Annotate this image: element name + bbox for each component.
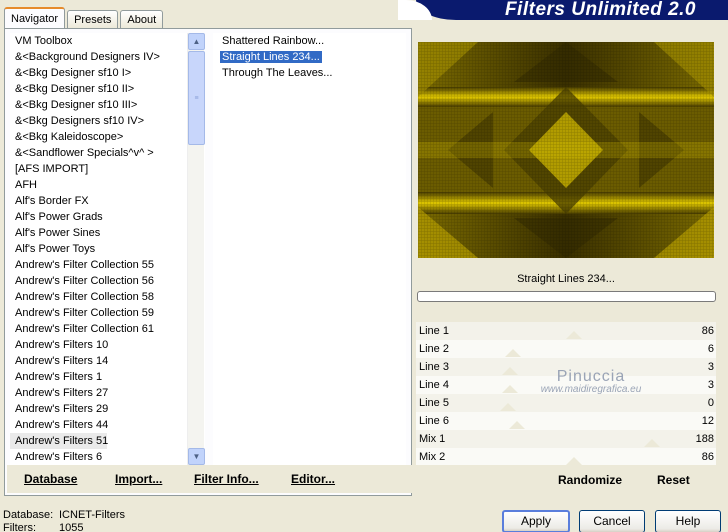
category-item[interactable]: &<Bkg Designer sf10 I> [10,65,205,81]
category-item[interactable]: Andrew's Filter Collection 58 [10,289,205,305]
param-label: Line 5 [419,397,449,409]
slider-thumb[interactable] [502,367,519,375]
param-value: 86 [701,451,714,463]
slider-thumb[interactable] [509,421,526,429]
database-info: Database: ICNET-Filters Filters: 1055 [3,509,125,532]
slider-thumb[interactable] [500,403,516,411]
slider-thumb[interactable] [644,439,661,447]
preview-pattern [418,42,714,258]
category-item[interactable]: Andrew's Filters 29 [10,401,205,417]
cancel-button[interactable]: Cancel [579,510,645,532]
import-button[interactable]: Import... [115,472,162,486]
category-item[interactable]: Andrew's Filters 6 [10,449,205,465]
param-label: Line 3 [419,361,449,373]
category-scrollbar[interactable]: ▲ ≡ ▼ [187,33,205,465]
category-list[interactable]: VM Toolbox &<Background Designers IV> &<Bk… [10,33,205,465]
param-slider-row[interactable]: Line 2 6 [416,340,716,358]
param-value: 3 [707,361,714,373]
param-slider-row[interactable]: Mix 2 86 [416,448,716,466]
database-button[interactable]: Database [24,472,77,486]
param-label: Line 1 [419,325,449,337]
param-label: Line 4 [419,379,449,391]
current-filter-name: Straight Lines 234... [416,268,716,290]
param-label: Line 6 [419,415,449,427]
category-item[interactable]: &<Bkg Designer sf10 III> [10,97,205,113]
list-divider [206,33,213,465]
category-item[interactable]: VM Toolbox [10,33,205,49]
category-item[interactable]: AFH [10,177,205,193]
database-label: Database: [3,509,54,521]
category-item[interactable]: Alf's Power Toys [10,241,205,257]
randomize-button[interactable]: Randomize [558,473,622,487]
param-value: 3 [707,379,714,391]
category-item[interactable]: Andrew's Filters 14 [10,353,205,369]
category-item[interactable]: Andrew's Filters 51 [10,433,108,449]
param-label: Mix 1 [419,433,446,445]
filter-info-button[interactable]: Filter Info... [194,472,259,486]
param-value: 86 [701,325,714,337]
param-value: 0 [707,397,714,409]
param-slider-row[interactable]: Line 6 12 [416,412,716,430]
category-item[interactable]: Alf's Power Grads [10,209,205,225]
category-item[interactable]: Andrew's Filter Collection 56 [10,273,205,289]
reset-button[interactable]: Reset [657,473,690,487]
tab-presets[interactable]: Presets [67,10,119,28]
slider-thumb[interactable] [502,385,519,393]
category-item[interactable]: Andrew's Filters 10 [10,337,205,353]
slider-thumb[interactable] [566,457,583,465]
param-value: 188 [695,433,714,445]
parameter-button-bar: Randomize Reset [416,465,716,493]
filter-item[interactable]: Straight Lines 234... [213,49,406,65]
param-slider-row[interactable]: Mix 1 188 [416,430,716,448]
progress-bar [417,291,716,302]
filter-item[interactable]: Shattered Rainbow... [213,33,406,49]
category-item[interactable]: Andrew's Filters 27 [10,385,205,401]
param-value: 6 [707,343,714,355]
filter-item-label: Shattered Rainbow... [222,35,325,47]
category-item[interactable]: Andrew's Filters 1 [10,369,205,385]
app-title-banner: Filters Unlimited 2.0 [398,0,728,20]
database-value: ICNET-Filters [59,509,125,521]
editor-button[interactable]: Editor... [291,472,335,486]
category-item[interactable]: &<Bkg Designer sf10 II> [10,81,205,97]
help-button[interactable]: Help [655,510,721,532]
category-item[interactable]: Alf's Power Sines [10,225,205,241]
apply-button[interactable]: Apply [502,510,570,532]
tab-strip: Navigator Presets About [4,6,165,29]
category-item[interactable]: &<Bkg Kaleidoscope> [10,129,205,145]
category-item[interactable]: &<Bkg Designers sf10 IV> [10,113,205,129]
filters-label: Filters: [3,522,36,532]
param-label: Line 2 [419,343,449,355]
category-item[interactable]: &<Sandflower Specials^v^ > [10,145,205,161]
filters-count: 1055 [59,522,84,532]
tab-navigator[interactable]: Navigator [4,7,66,29]
scroll-thumb[interactable]: ≡ [188,51,205,145]
slider-thumb[interactable] [504,349,521,357]
param-slider-row[interactable]: Line 1 86 [416,322,716,340]
category-item[interactable]: Andrew's Filters 44 [10,417,205,433]
filter-item-label: Straight Lines 234... [219,50,323,64]
scroll-down-button[interactable]: ▼ [188,448,205,465]
slider-thumb[interactable] [566,331,583,339]
param-label: Mix 2 [419,451,446,463]
watermark-url: www.maidiregrafica.eu [540,384,642,395]
tab-about[interactable]: About [120,10,164,28]
category-item[interactable]: Andrew's Filter Collection 59 [10,305,205,321]
watermark: Pinuccia www.maidiregrafica.eu [526,368,656,395]
category-item[interactable]: Andrew's Filter Collection 55 [10,257,205,273]
category-item[interactable]: Andrew's Filter Collection 61 [10,321,205,337]
category-item[interactable]: &<Background Designers IV> [10,49,205,65]
filter-item-label: Through The Leaves... [222,67,333,79]
filter-item[interactable]: Through The Leaves... [213,65,406,81]
param-value: 12 [701,415,714,427]
navigator-button-bar: Database Import... Filter Info... Editor… [7,465,412,493]
category-item[interactable]: [AFS IMPORT] [10,161,205,177]
category-item[interactable]: Alf's Border FX [10,193,205,209]
filter-preview-image [418,42,714,258]
param-slider-row[interactable]: Line 5 0 [416,394,716,412]
filter-list[interactable]: Shattered Rainbow... Straight Lines 234..… [213,33,406,465]
scroll-up-button[interactable]: ▲ [188,33,205,50]
